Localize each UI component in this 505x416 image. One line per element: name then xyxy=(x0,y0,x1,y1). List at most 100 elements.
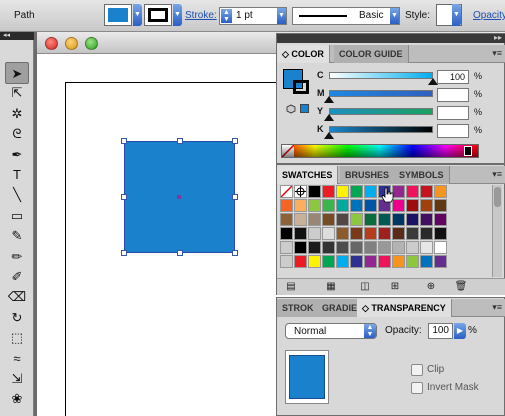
color-swatch[interactable] xyxy=(378,213,391,226)
color-swatch[interactable] xyxy=(280,227,293,240)
color-swatch[interactable] xyxy=(322,185,335,198)
color-swatch[interactable] xyxy=(308,213,321,226)
minimize-window-button[interactable] xyxy=(65,37,78,50)
channel-slider-k[interactable] xyxy=(329,126,433,133)
tab-brushes[interactable]: BRUSHES xyxy=(340,166,396,184)
handle-top[interactable] xyxy=(177,138,183,144)
line-tool[interactable]: ╲ xyxy=(5,184,29,206)
stroke-weight-dropdown[interactable]: ▼ xyxy=(277,8,286,24)
stroke-weight-field[interactable]: ▲ ▼ 1 pt ▼ xyxy=(219,7,287,25)
channel-slider-thumb-y[interactable] xyxy=(324,114,334,121)
color-swatch[interactable] xyxy=(392,255,405,268)
rectangle-tool[interactable]: ▭ xyxy=(5,205,29,227)
tools-panel-header[interactable]: ◂◂ xyxy=(0,32,34,40)
fill-dropdown-arrow[interactable]: ▼ xyxy=(133,4,142,26)
color-swatch[interactable] xyxy=(364,199,377,212)
color-swatch[interactable] xyxy=(322,213,335,226)
color-swatch[interactable] xyxy=(378,241,391,254)
new-swatch-icon[interactable]: ⊕ xyxy=(423,280,439,294)
handle-right[interactable] xyxy=(232,194,238,200)
collapse-icon[interactable]: ▸▸ xyxy=(494,33,502,42)
color-swatch[interactable] xyxy=(420,241,433,254)
color-swatch[interactable] xyxy=(280,255,293,268)
symbol-sprayer-tool[interactable]: ❀ xyxy=(5,388,29,410)
color-swatch[interactable] xyxy=(392,227,405,240)
type-tool[interactable]: T xyxy=(5,164,29,186)
swatch-libraries-icon[interactable]: ▤ xyxy=(283,280,299,294)
color-swatch[interactable] xyxy=(406,241,419,254)
registration-swatch[interactable] xyxy=(294,185,307,198)
color-swatch[interactable] xyxy=(406,199,419,212)
color-swatch[interactable] xyxy=(294,213,307,226)
zoom-window-button[interactable] xyxy=(85,37,98,50)
blend-mode-arrows[interactable]: ▲ ▼ xyxy=(364,324,376,338)
color-swatch[interactable] xyxy=(350,213,363,226)
brush-definition-field[interactable]: Basic ▼ xyxy=(292,7,400,25)
lasso-tool[interactable]: ᘓ xyxy=(5,123,29,145)
color-swatch[interactable] xyxy=(308,185,321,198)
tab-transparency[interactable]: ◇ TRANSPARENCY xyxy=(357,299,452,317)
paintbrush-tool[interactable]: ✎ xyxy=(5,225,29,247)
color-swatch[interactable] xyxy=(434,199,447,212)
color-swatch[interactable] xyxy=(294,199,307,212)
stroke-swatch[interactable] xyxy=(144,4,172,26)
color-swatch[interactable] xyxy=(434,227,447,240)
handle-bottom[interactable] xyxy=(177,250,183,256)
color-swatch[interactable] xyxy=(420,227,433,240)
stroke-color-box[interactable] xyxy=(293,80,309,94)
none-color-swatch[interactable] xyxy=(281,144,295,158)
object-thumbnail[interactable] xyxy=(285,350,329,404)
color-swatch[interactable] xyxy=(406,255,419,268)
none-swatch[interactable] xyxy=(280,185,293,198)
clip-checkbox[interactable] xyxy=(411,364,423,376)
invert-mask-checkbox[interactable] xyxy=(411,382,423,394)
graphic-style-dropdown[interactable]: ▼ xyxy=(452,4,461,26)
channel-value-k[interactable] xyxy=(437,124,469,138)
channel-slider-thumb-k[interactable] xyxy=(324,132,334,139)
color-swatch[interactable] xyxy=(350,227,363,240)
color-swatch[interactable] xyxy=(322,199,335,212)
color-swatch[interactable] xyxy=(406,185,419,198)
color-swatch[interactable] xyxy=(364,185,377,198)
color-swatch[interactable] xyxy=(322,227,335,240)
color-swatch[interactable] xyxy=(294,227,307,240)
handle-left[interactable] xyxy=(121,194,127,200)
close-window-button[interactable] xyxy=(45,37,58,50)
color-swatch[interactable] xyxy=(420,213,433,226)
eraser-tool[interactable]: ⌫ xyxy=(5,286,29,308)
color-swatch[interactable] xyxy=(378,255,391,268)
panel-menu-icon[interactable]: ▾≡ xyxy=(492,169,502,180)
color-swatch[interactable] xyxy=(434,185,447,198)
free-transform-tool[interactable]: ⇲ xyxy=(5,368,29,390)
scrollbar-thumb[interactable] xyxy=(494,187,501,207)
rotate-tool[interactable]: ↻ xyxy=(5,307,29,329)
blob-brush-tool[interactable]: ✐ xyxy=(5,266,29,288)
new-color-group-icon[interactable]: ⊞ xyxy=(387,280,403,294)
swatch-options-icon[interactable]: ◫ xyxy=(357,280,373,294)
channel-slider-c[interactable] xyxy=(329,72,433,79)
magic-wand-tool[interactable]: ✲ xyxy=(5,103,29,125)
pencil-tool[interactable]: ✏ xyxy=(5,246,29,268)
panel-menu-icon[interactable]: ▾≡ xyxy=(492,302,502,313)
color-swatch[interactable] xyxy=(364,213,377,226)
direct-selection-tool[interactable]: ⇱ xyxy=(5,82,29,104)
color-swatch[interactable] xyxy=(420,255,433,268)
stroke-label[interactable]: Stroke: xyxy=(185,10,217,21)
color-swatch[interactable] xyxy=(336,227,349,240)
channel-value-y[interactable] xyxy=(437,106,469,120)
color-swatch[interactable] xyxy=(364,255,377,268)
color-spectrum-bar[interactable] xyxy=(281,144,479,158)
show-swatch-kinds-icon[interactable]: ▦ xyxy=(323,280,339,294)
color-swatch[interactable] xyxy=(308,199,321,212)
tab-swatches[interactable]: SWATCHES xyxy=(277,166,339,184)
scale-tool[interactable]: ⬚ xyxy=(5,327,29,349)
tab-stroke[interactable]: STROK xyxy=(277,299,320,317)
color-swatch[interactable] xyxy=(420,199,433,212)
handle-bottom-left[interactable] xyxy=(121,250,127,256)
color-swatch[interactable] xyxy=(350,255,363,268)
channel-slider-m[interactable] xyxy=(329,90,433,97)
blend-mode-select[interactable]: Normal ▲ ▼ xyxy=(285,323,377,339)
color-swatch[interactable] xyxy=(280,241,293,254)
tab-color-guide[interactable]: COLOR GUIDE xyxy=(334,45,409,63)
color-swatch[interactable] xyxy=(336,241,349,254)
